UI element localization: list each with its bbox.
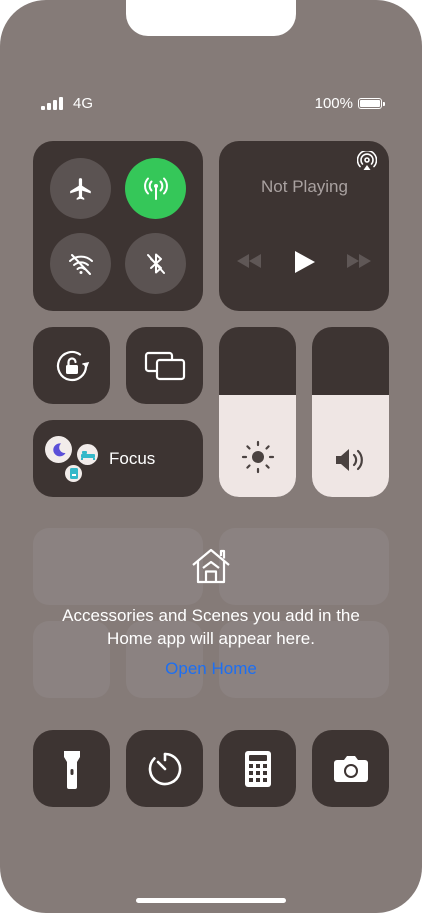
home-icon [192, 548, 230, 584]
calculator-button[interactable] [219, 730, 296, 807]
timer-button[interactable] [126, 730, 203, 807]
home-placeholder-tile [33, 528, 203, 605]
status-right: 100% [314, 95, 385, 112]
speaker-icon [335, 449, 363, 471]
screen-mirroring-icon [144, 351, 185, 380]
calculator-icon [244, 750, 271, 787]
id-badge-icon [65, 465, 82, 482]
open-home-link[interactable]: Open Home [0, 659, 422, 679]
status-left: 4G [41, 95, 93, 112]
moon-icon [45, 436, 72, 463]
wifi-button[interactable] [50, 233, 111, 294]
network-type: 4G [73, 95, 94, 112]
play-icon[interactable] [294, 250, 316, 274]
home-placeholder-tile [219, 528, 389, 605]
rewind-icon[interactable] [237, 254, 261, 268]
cellular-data-button[interactable] [125, 158, 186, 219]
connectivity-tile [33, 141, 203, 311]
now-playing-tile [219, 141, 389, 311]
home-empty-message: Accessories and Scenes you add in the Ho… [62, 606, 360, 648]
fast-forward-icon[interactable] [347, 254, 371, 268]
now-playing-title: Not Playing [261, 177, 348, 196]
bluetooth-off-icon [146, 253, 165, 274]
brightness-slider[interactable] [219, 327, 296, 497]
sun-icon [241, 440, 274, 474]
battery-icon [358, 98, 385, 109]
camera-icon [333, 755, 368, 782]
control-center: 4G 100% Not Playing Focus Accessories an… [0, 0, 422, 913]
signal-icon [41, 97, 63, 110]
notch [126, 0, 296, 36]
focus-label: Focus [109, 449, 156, 468]
focus-button[interactable]: Focus [33, 420, 203, 497]
airplane-mode-button[interactable] [50, 158, 111, 219]
bed-icon [77, 444, 98, 465]
home-indicator[interactable] [136, 898, 286, 903]
airplay-audio-icon[interactable] [357, 151, 377, 171]
airplane-icon [69, 177, 91, 200]
wifi-off-icon [68, 253, 93, 275]
battery-percent: 100% [314, 95, 353, 112]
bluetooth-button[interactable] [125, 233, 186, 294]
antenna-icon [143, 177, 168, 200]
volume-slider[interactable] [312, 327, 389, 497]
screen-mirroring-button[interactable] [126, 327, 203, 404]
timer-icon [148, 752, 181, 785]
flashlight-button[interactable] [33, 730, 110, 807]
rotation-lock-button[interactable] [33, 327, 110, 404]
flashlight-icon [63, 750, 80, 789]
camera-button[interactable] [312, 730, 389, 807]
rotation-lock-icon [56, 350, 89, 381]
